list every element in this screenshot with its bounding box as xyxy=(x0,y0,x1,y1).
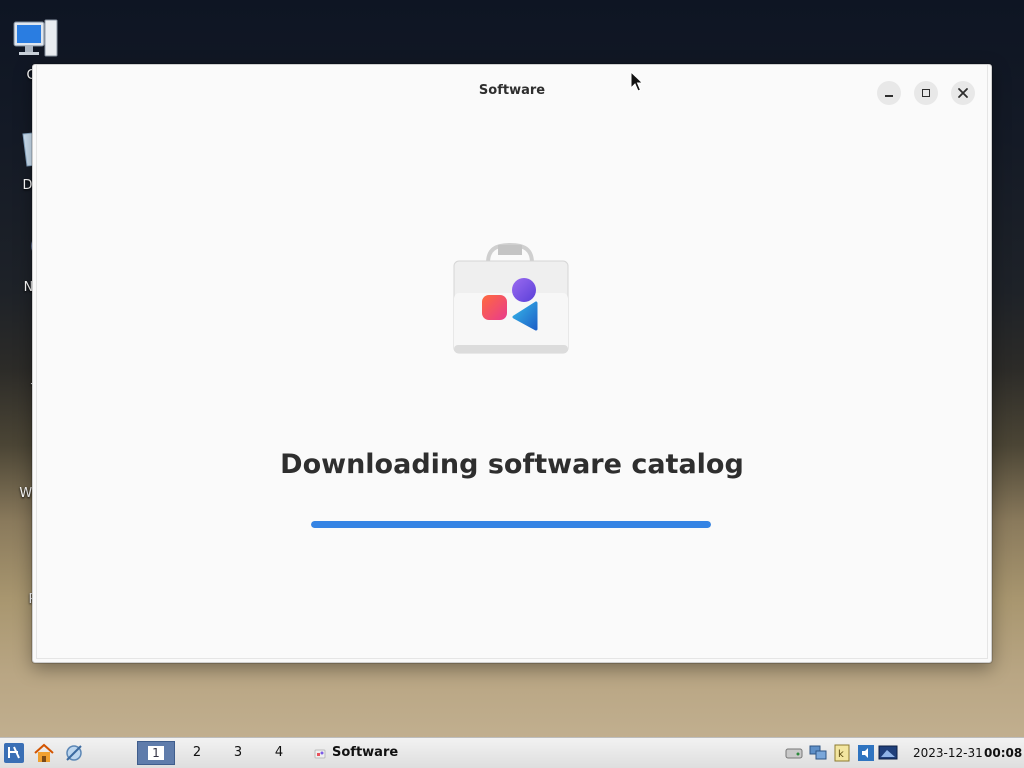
workspace-3-button[interactable]: 3 xyxy=(219,741,257,765)
home-folder-icon[interactable] xyxy=(33,742,55,764)
close-icon xyxy=(958,88,968,98)
close-button[interactable] xyxy=(951,81,975,105)
software-window: Software Downloading software catalog xyxy=(32,64,992,663)
taskbar: 1 2 3 4 Software k 2023-12-31 00:08 xyxy=(0,737,1024,768)
start-menu-icon[interactable] xyxy=(3,742,25,764)
window-titlebar[interactable]: Software xyxy=(33,65,991,117)
svg-text:k: k xyxy=(838,749,844,760)
display-icon[interactable] xyxy=(878,743,898,763)
maximize-icon xyxy=(922,89,930,97)
workspace-2-button[interactable]: 2 xyxy=(178,741,216,765)
task-label: Software xyxy=(332,745,399,760)
volume-icon[interactable] xyxy=(856,743,876,763)
network-status-icon[interactable] xyxy=(808,743,828,763)
workspace-1-button[interactable]: 1 xyxy=(137,741,175,765)
network-settings-icon[interactable] xyxy=(63,742,85,764)
taskbar-task-software[interactable]: Software xyxy=(306,741,398,765)
software-task-icon xyxy=(314,749,326,759)
maximize-button[interactable] xyxy=(914,81,938,105)
removable-drive-icon[interactable] xyxy=(784,743,804,763)
workspace-4-button[interactable]: 4 xyxy=(260,741,298,765)
keyboard-layout-icon[interactable]: k xyxy=(832,743,852,763)
catalog-progress-bar xyxy=(311,521,711,528)
clock-date[interactable]: 2023-12-31 xyxy=(913,738,983,768)
desktop: Co Doc Net T W Br Pr Software xyxy=(0,0,1024,768)
loading-heading: Downloading software catalog xyxy=(280,449,744,480)
minimize-button[interactable] xyxy=(877,81,901,105)
window-content: Downloading software catalog xyxy=(33,117,991,662)
window-title: Software xyxy=(478,83,546,98)
clock-time[interactable]: 00:08 xyxy=(984,738,1022,768)
computer-icon xyxy=(13,19,58,57)
progress-fill xyxy=(311,521,711,528)
workspace-label: 1 xyxy=(148,746,164,760)
minimize-icon xyxy=(885,95,893,97)
mouse-pointer-icon xyxy=(630,71,644,92)
software-store-bag-icon xyxy=(453,242,569,354)
